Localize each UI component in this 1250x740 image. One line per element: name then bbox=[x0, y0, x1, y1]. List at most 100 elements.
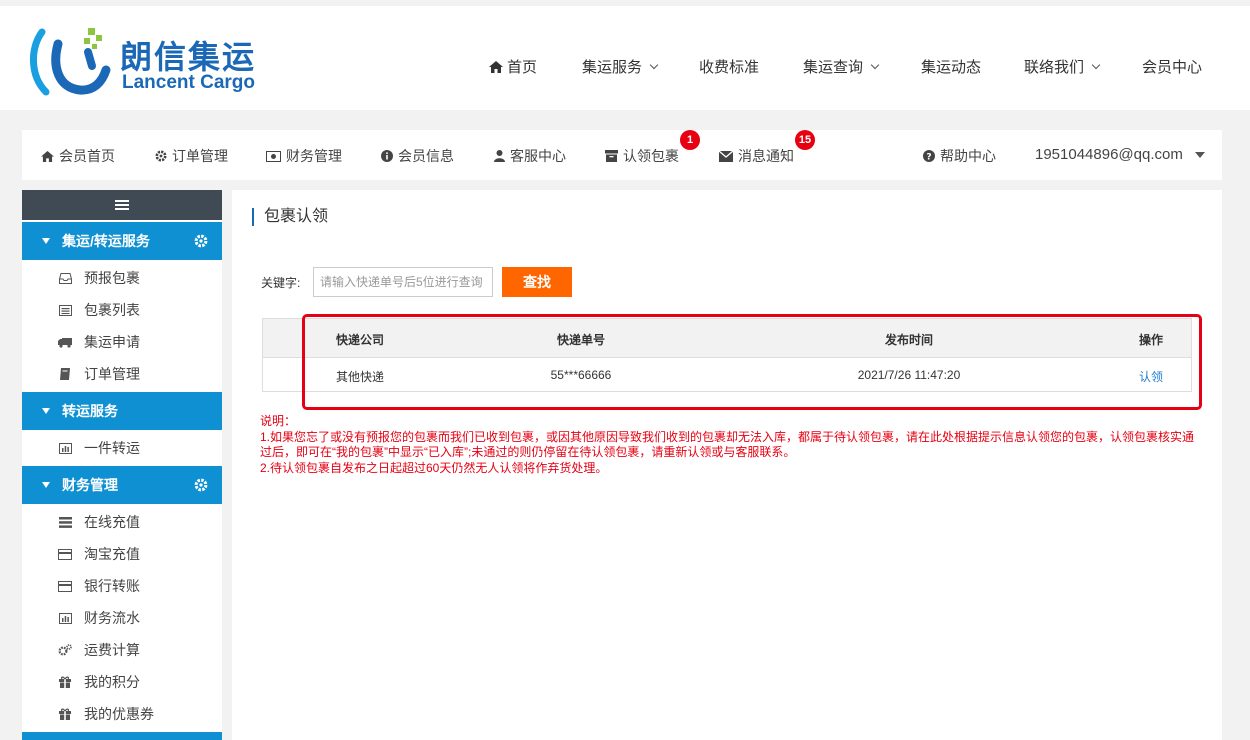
sidebar-item-label: 银行转账 bbox=[84, 578, 140, 594]
gear-icon bbox=[194, 478, 208, 492]
sidebar-group-label: 财务管理 bbox=[62, 477, 118, 493]
site-header: 朗信集运 Lancent Cargo 首页 集运服务 收费标准 集运查询 集运动… bbox=[0, 0, 1250, 110]
sidebar-item-label: 一件转运 bbox=[84, 440, 140, 456]
member-nav-help[interactable]: ? 帮助中心 bbox=[923, 146, 996, 166]
nav-tracking[interactable]: 集运查询 bbox=[803, 56, 880, 77]
archive-icon bbox=[605, 150, 618, 162]
sidebar-item-label: 我的优惠券 bbox=[84, 706, 154, 722]
list-icon bbox=[58, 304, 72, 316]
money-icon bbox=[266, 150, 281, 162]
sidebar-item-label: 我的积分 bbox=[84, 674, 140, 690]
highlight-annotation-box bbox=[302, 314, 1202, 410]
chevron-down-icon bbox=[1091, 60, 1101, 69]
sidebar-item-forecast-package[interactable]: 预报包裹 bbox=[22, 262, 222, 294]
sidebar-group-forwarding[interactable]: 转运服务 bbox=[22, 392, 222, 430]
sidebar-item-label: 在线充值 bbox=[84, 514, 140, 530]
message-count-badge: 15 bbox=[795, 130, 815, 150]
sidebar-item-taobao-recharge[interactable]: 淘宝充值 bbox=[22, 538, 222, 570]
instructions-line-1: 1.如果您忘了或没有预报您的包裹而我们已收到包裹，或因其他原因导致我们收到的包裹… bbox=[260, 429, 1195, 460]
nav-consolidation-service[interactable]: 集运服务 bbox=[582, 56, 659, 77]
instructions-title: 说明： bbox=[260, 414, 297, 428]
main-nav: 首页 集运服务 收费标准 集运查询 集运动态 联络我们 会员中心 bbox=[0, 56, 1250, 76]
member-nav-help-label: 帮助中心 bbox=[940, 148, 996, 164]
sidebar-group-consolidation[interactable]: 集运/转运服务 bbox=[22, 222, 222, 260]
info-icon bbox=[381, 150, 393, 162]
gift-icon bbox=[59, 708, 71, 720]
sidebar-item-online-recharge[interactable]: 在线充值 bbox=[22, 506, 222, 538]
sidebar-toggle[interactable] bbox=[22, 190, 222, 220]
nav-home-label: 首页 bbox=[507, 59, 538, 76]
nav-member-center-label: 会员中心 bbox=[1142, 59, 1203, 76]
sidebar-item-consolidation-request[interactable]: 集运申请 bbox=[22, 326, 222, 358]
member-nav-profile[interactable]: 会员信息 bbox=[381, 146, 454, 166]
sidebar-item-my-points[interactable]: 我的积分 bbox=[22, 666, 222, 698]
member-nav-finance-label: 财务管理 bbox=[286, 148, 342, 164]
inbox-icon bbox=[58, 272, 72, 284]
nav-contact[interactable]: 联络我们 bbox=[1024, 56, 1101, 77]
nav-pricing[interactable]: 收费标准 bbox=[699, 56, 759, 77]
user-email: 1951044896@qq.com bbox=[1035, 146, 1183, 163]
member-nav-support[interactable]: 客服中心 bbox=[494, 146, 566, 166]
search-button[interactable]: 查找 bbox=[502, 267, 572, 297]
sidebar-item-shipping-calculator[interactable]: 运费计算 bbox=[22, 634, 222, 666]
sidebar-group-more[interactable] bbox=[22, 732, 222, 740]
svg-text:?: ? bbox=[926, 152, 931, 162]
sidebar-item-label: 预报包裹 bbox=[84, 270, 140, 286]
nav-news[interactable]: 集运动态 bbox=[921, 56, 981, 77]
sidebar-item-label: 包裹列表 bbox=[84, 302, 140, 318]
caret-down-icon bbox=[1194, 152, 1205, 159]
member-nav: 会员首页 订单管理 财务管理 会员信息 客服中心 认领包裹 1 消息通知 15 … bbox=[22, 130, 1222, 180]
tasks-icon bbox=[58, 516, 72, 528]
sidebar-item-my-coupons[interactable]: 我的优惠券 bbox=[22, 698, 222, 730]
sidebar-item-transactions[interactable]: 财务流水 bbox=[22, 602, 222, 634]
caret-down-icon bbox=[42, 482, 50, 488]
user-icon bbox=[494, 150, 505, 162]
sidebar-item-label: 订单管理 bbox=[84, 366, 140, 382]
sidebar-item-label: 运费计算 bbox=[84, 642, 140, 658]
nav-news-label: 集运动态 bbox=[921, 59, 982, 76]
member-nav-finance[interactable]: 财务管理 bbox=[266, 146, 342, 166]
tracking-search-input[interactable]: 请输入快递单号后5位进行查询 bbox=[313, 267, 493, 297]
nav-member-center[interactable]: 会员中心 bbox=[1142, 56, 1202, 77]
gears-icon bbox=[58, 643, 72, 656]
nav-tracking-label: 集运查询 bbox=[803, 59, 864, 76]
member-nav-home[interactable]: 会员首页 bbox=[41, 146, 115, 166]
sidebar-item-bank-transfer[interactable]: 银行转账 bbox=[22, 570, 222, 602]
sidebar-item-label: 集运申请 bbox=[84, 334, 140, 350]
chevron-down-icon bbox=[649, 60, 659, 69]
sidebar-group-label: 转运服务 bbox=[62, 403, 118, 419]
member-nav-orders[interactable]: 订单管理 bbox=[155, 146, 228, 166]
sidebar-group-label: 集运/转运服务 bbox=[62, 233, 150, 249]
nav-home[interactable]: 首页 bbox=[489, 56, 537, 77]
sidebar-group-finance[interactable]: 财务管理 bbox=[22, 466, 222, 504]
caret-down-icon bbox=[42, 238, 50, 244]
home-icon bbox=[41, 150, 54, 162]
member-nav-home-label: 会员首页 bbox=[59, 148, 115, 164]
truck-icon bbox=[58, 337, 72, 348]
sidebar-item-package-list[interactable]: 包裹列表 bbox=[22, 294, 222, 326]
member-nav-profile-label: 会员信息 bbox=[398, 148, 454, 164]
member-nav-messages-label: 消息通知 bbox=[738, 148, 794, 164]
instructions-line-2: 2.待认领包裹自发布之日起超过60天仍然无人认领将作弃货处理。 bbox=[260, 460, 608, 475]
book-icon bbox=[60, 368, 70, 380]
sidebar-item-label: 财务流水 bbox=[84, 610, 140, 626]
home-icon bbox=[489, 60, 503, 73]
credit-card-icon bbox=[58, 580, 72, 592]
bar-chart-icon bbox=[58, 442, 72, 454]
sidebar-item-label: 淘宝充值 bbox=[84, 546, 140, 562]
sidebar-item-order-management[interactable]: 订单管理 bbox=[22, 358, 222, 390]
member-nav-orders-label: 订单管理 bbox=[172, 148, 228, 164]
caret-down-icon bbox=[42, 408, 50, 414]
chevron-down-icon bbox=[870, 60, 880, 69]
gear-icon bbox=[155, 150, 167, 162]
member-nav-claim-package[interactable]: 认领包裹 bbox=[605, 146, 679, 166]
credit-card-icon bbox=[58, 548, 72, 560]
main-content: 包裹认领 关键字: 请输入快递单号后5位进行查询 查找 快递公司 快递单号 发布… bbox=[232, 190, 1222, 740]
member-nav-claim-package-label: 认领包裹 bbox=[623, 148, 679, 164]
sidebar-item-single-forwarding[interactable]: 一件转运 bbox=[22, 432, 222, 464]
gear-icon bbox=[194, 234, 208, 248]
sidebar: 集运/转运服务 预报包裹 包裹列表 集运申请 订单管理 转运服务 一件转运 财务… bbox=[22, 190, 222, 740]
member-nav-messages[interactable]: 消息通知 bbox=[719, 146, 794, 166]
gift-icon bbox=[59, 676, 71, 688]
user-account-menu[interactable]: 1951044896@qq.com bbox=[1035, 146, 1205, 163]
